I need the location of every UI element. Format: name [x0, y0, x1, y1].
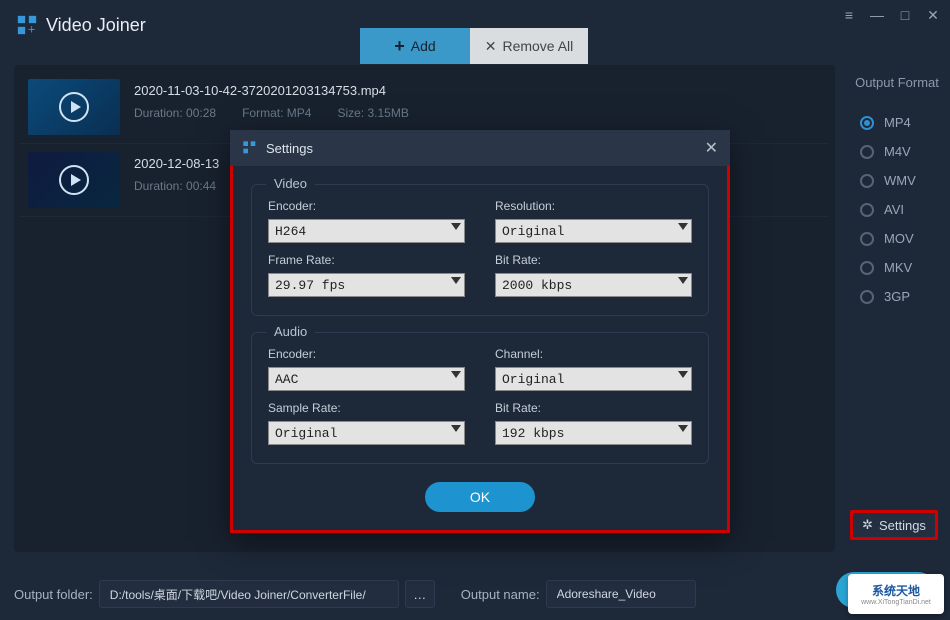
- video-encoder-label: Encoder:: [268, 199, 465, 213]
- audio-encoder-select[interactable]: [268, 367, 465, 391]
- maximize-icon[interactable]: □: [896, 6, 914, 24]
- audio-bitrate-label: Bit Rate:: [495, 401, 692, 415]
- app-logo: + Video Joiner: [16, 14, 146, 36]
- video-resolution-select[interactable]: [495, 219, 692, 243]
- audio-channel-select[interactable]: [495, 367, 692, 391]
- dialog-close-icon[interactable]: ✕: [705, 138, 718, 158]
- thumbnail[interactable]: [28, 79, 120, 135]
- audio-encoder-label: Encoder:: [268, 347, 465, 361]
- svg-text:+: +: [28, 21, 36, 36]
- minimize-icon[interactable]: —: [868, 6, 886, 24]
- play-icon: [59, 165, 89, 195]
- format-m4v[interactable]: M4V: [844, 137, 950, 166]
- audio-samplerate-label: Sample Rate:: [268, 401, 465, 415]
- format-mkv[interactable]: MKV: [844, 253, 950, 282]
- audio-bitrate-select[interactable]: [495, 421, 692, 445]
- format-wmv[interactable]: WMV: [844, 166, 950, 195]
- format-mov[interactable]: MOV: [844, 224, 950, 253]
- output-name-input[interactable]: [546, 580, 696, 608]
- close-icon[interactable]: ✕: [924, 6, 942, 24]
- video-encoder-select[interactable]: [268, 219, 465, 243]
- menu-icon[interactable]: ≡: [840, 6, 858, 24]
- app-title: Video Joiner: [46, 15, 146, 36]
- browse-button[interactable]: …: [405, 580, 435, 608]
- format-avi[interactable]: AVI: [844, 195, 950, 224]
- thumbnail[interactable]: [28, 152, 120, 208]
- video-framerate-label: Frame Rate:: [268, 253, 465, 267]
- radio-icon: [860, 116, 874, 130]
- settings-dialog: Settings ✕ Video Encoder: Resolution: Fr…: [230, 130, 730, 533]
- radio-icon: [860, 203, 874, 217]
- output-format-panel: Output Format MP4 M4V WMV AVI MOV MKV 3G…: [840, 65, 950, 552]
- ok-button[interactable]: OK: [425, 482, 535, 512]
- sidebar-title: Output Format: [844, 75, 950, 90]
- dialog-title: Settings: [266, 141, 313, 156]
- video-resolution-label: Resolution:: [495, 199, 692, 213]
- output-folder-input[interactable]: [99, 580, 399, 608]
- audio-channel-label: Channel:: [495, 347, 692, 361]
- radio-icon: [860, 232, 874, 246]
- gear-icon: ✲: [862, 517, 873, 533]
- radio-icon: [860, 174, 874, 188]
- settings-button[interactable]: ✲ Settings: [850, 510, 938, 540]
- audio-group-legend: Audio: [266, 324, 315, 339]
- video-framerate-select[interactable]: [268, 273, 465, 297]
- file-name: 2020-11-03-10-42-3720201203134753.mp4: [134, 83, 821, 98]
- video-group-legend: Video: [266, 176, 315, 191]
- x-icon: ✕: [485, 38, 497, 55]
- radio-icon: [860, 261, 874, 275]
- video-bitrate-label: Bit Rate:: [495, 253, 692, 267]
- output-folder-label: Output folder:: [14, 587, 93, 602]
- radio-icon: [860, 290, 874, 304]
- settings-dialog-icon: [242, 140, 258, 156]
- format-3gp[interactable]: 3GP: [844, 282, 950, 311]
- radio-icon: [860, 145, 874, 159]
- remove-all-button[interactable]: ✕ Remove All: [470, 28, 588, 64]
- plus-icon: +: [394, 36, 405, 57]
- add-button[interactable]: + Add: [360, 28, 470, 64]
- output-name-label: Output name:: [461, 587, 540, 602]
- audio-samplerate-select[interactable]: [268, 421, 465, 445]
- watermark-badge: 系统天地 www.XiTongTianDi.net: [848, 574, 944, 614]
- format-mp4[interactable]: MP4: [844, 108, 950, 137]
- video-bitrate-select[interactable]: [495, 273, 692, 297]
- play-icon: [59, 92, 89, 122]
